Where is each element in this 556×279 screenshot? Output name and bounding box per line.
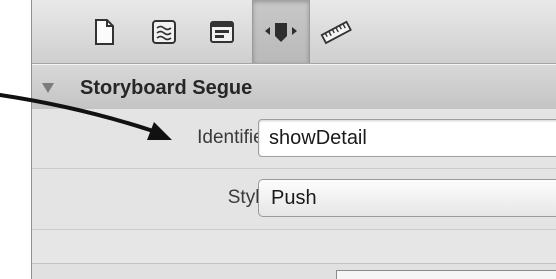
style-value: Push — [271, 187, 317, 209]
identifier-field[interactable] — [258, 119, 556, 157]
quick-help-icon — [152, 19, 176, 44]
size-inspector-tab[interactable] — [308, 0, 364, 63]
style-row: Style Push — [32, 169, 556, 230]
size-icon — [320, 20, 352, 44]
quick-help-tab[interactable] — [136, 0, 192, 63]
file-inspector-tab[interactable] — [76, 0, 132, 63]
inspector-panel: Storyboard Segue Identifier Style Push — [31, 0, 556, 279]
partial-control[interactable] — [336, 270, 556, 279]
storyboard-segue-section-header[interactable]: Storyboard Segue — [32, 64, 556, 110]
disclosure-triangle-icon[interactable] — [41, 82, 55, 94]
file-icon — [95, 18, 114, 45]
identity-icon — [210, 20, 234, 43]
style-popup-button[interactable]: Push — [258, 179, 556, 217]
attributes-inspector-tab[interactable] — [252, 0, 310, 63]
identifier-row: Identifier — [32, 109, 556, 169]
attributes-icon — [265, 22, 297, 42]
inspector-toolbar — [32, 0, 556, 64]
identity-inspector-tab[interactable] — [194, 0, 250, 63]
section-title: Storyboard Segue — [80, 77, 253, 99]
